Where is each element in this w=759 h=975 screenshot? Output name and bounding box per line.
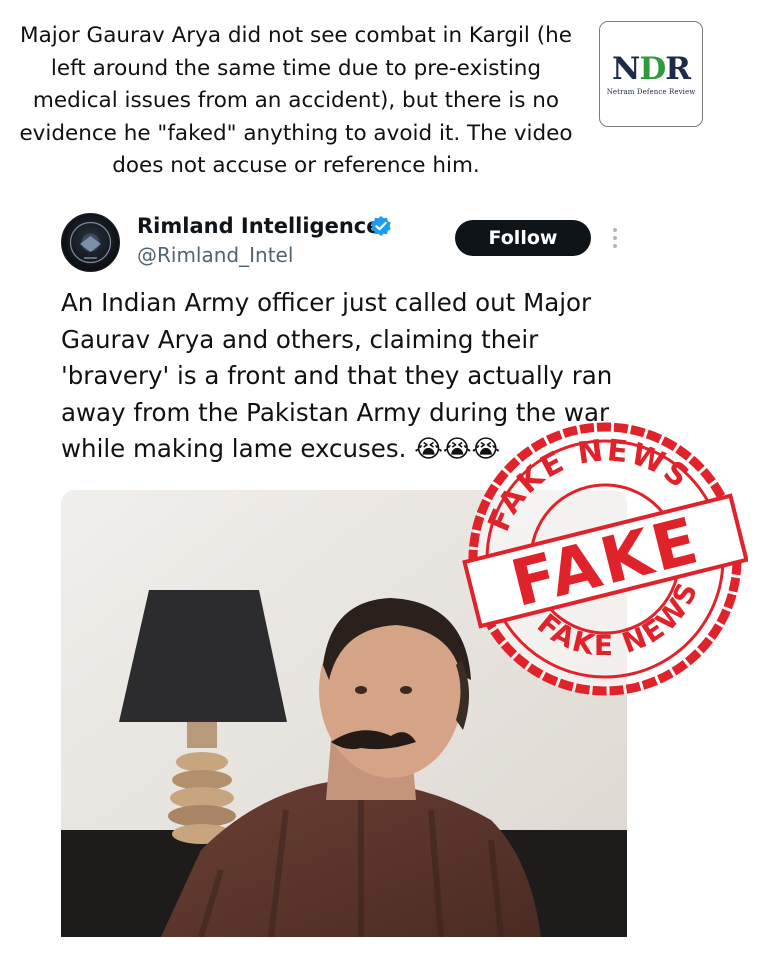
- fact-check-caption: Major Gaurav Arya did not see combat in …: [19, 23, 573, 178]
- author-avatar[interactable]: [61, 213, 120, 272]
- avatar-emblem-icon: [69, 221, 112, 264]
- fake-news-stamp: FAKE NEWS FAKE NEWS FAKE: [462, 416, 748, 696]
- verified-badge-icon: [371, 216, 391, 236]
- author-handle[interactable]: @Rimland_Intel: [137, 243, 293, 267]
- logo-mark: NDR: [612, 51, 691, 87]
- more-options-icon[interactable]: [605, 224, 625, 252]
- follow-button[interactable]: Follow: [455, 220, 591, 256]
- author-name[interactable]: Rimland Intelligence: [137, 214, 380, 238]
- logo-subtitle: Netram Defence Review: [606, 88, 696, 96]
- ndr-logo: NDR Netram Defence Review: [599, 21, 703, 127]
